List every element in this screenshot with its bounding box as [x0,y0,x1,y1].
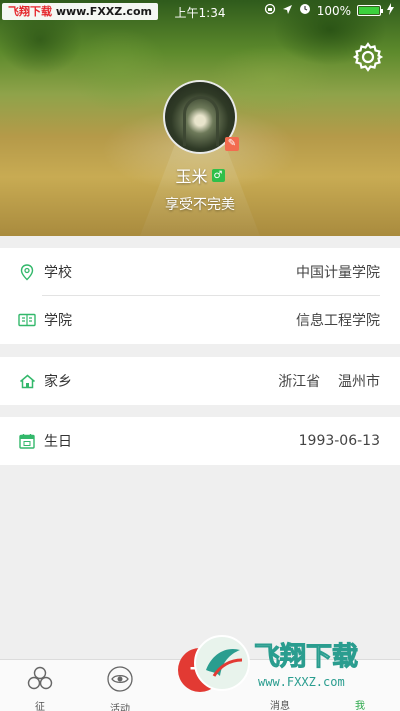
profile-motto: 享受不完美 [165,197,235,213]
tab-activity[interactable]: 活动 [80,660,160,711]
education-card: 学校 中国计量学院 学院 信息工程学院 [0,248,400,344]
watermark-logo-title: 飞翔下载 [254,642,358,672]
status-indicators: 100% [264,3,394,18]
profile-name-row: 玉米 ♂ [0,163,400,187]
charging-icon [387,3,394,18]
battery-icon [357,5,383,16]
settings-gear-icon[interactable] [351,40,385,74]
tab-label: 活动 [110,704,130,711]
birthday-card: 生日 1993-06-13 [0,417,400,465]
school-label: 学校 [44,265,72,281]
profile-name: 玉米 [175,167,208,186]
battery-percent: 100% [316,3,351,18]
school-row[interactable]: 学校 中国计量学院 [0,248,400,296]
tab-zheng[interactable]: 征 [0,660,80,711]
edit-avatar-icon[interactable]: ✎ [225,137,239,151]
home-icon [18,372,36,390]
book-icon [18,311,36,329]
birthday-label: 生日 [44,434,72,450]
hometown-card: 家乡 浙江省 温州市 [0,357,400,405]
school-value: 中国计量学院 [296,265,380,281]
hometown-row[interactable]: 家乡 浙江省 温州市 [0,357,400,405]
watermark-logo-url: www.FXXZ.com [258,675,345,689]
status-bar: 飞翔下载 www.FXXZ.com 上午1:34 100% [0,0,400,22]
fxxz-watermark-logo: 飞翔下载 www.FXXZ.com [194,635,359,691]
alarm-icon [299,3,311,18]
location-pin-icon [18,263,36,281]
tab-label: 消息 [270,701,290,711]
birthday-value: 1993-06-13 [298,433,380,449]
location-arrow-icon [282,4,293,18]
hometown-label: 家乡 [44,374,72,390]
calendar-icon [18,432,36,450]
male-gender-icon: ♂ [211,168,225,182]
tab-label: 我 [355,701,365,711]
avatar-photo-decor [183,96,219,146]
birthday-row[interactable]: 生日 1993-06-13 [0,417,400,465]
circles-cluster-icon [27,666,53,690]
college-value: 信息工程学院 [296,313,380,329]
college-label: 学院 [44,313,72,329]
eye-icon [107,666,133,692]
rotation-lock-icon [264,3,276,18]
hometown-value: 浙江省 温州市 [278,374,380,390]
college-row[interactable]: 学院 信息工程学院 [0,296,400,344]
tab-label: 征 [35,702,45,711]
